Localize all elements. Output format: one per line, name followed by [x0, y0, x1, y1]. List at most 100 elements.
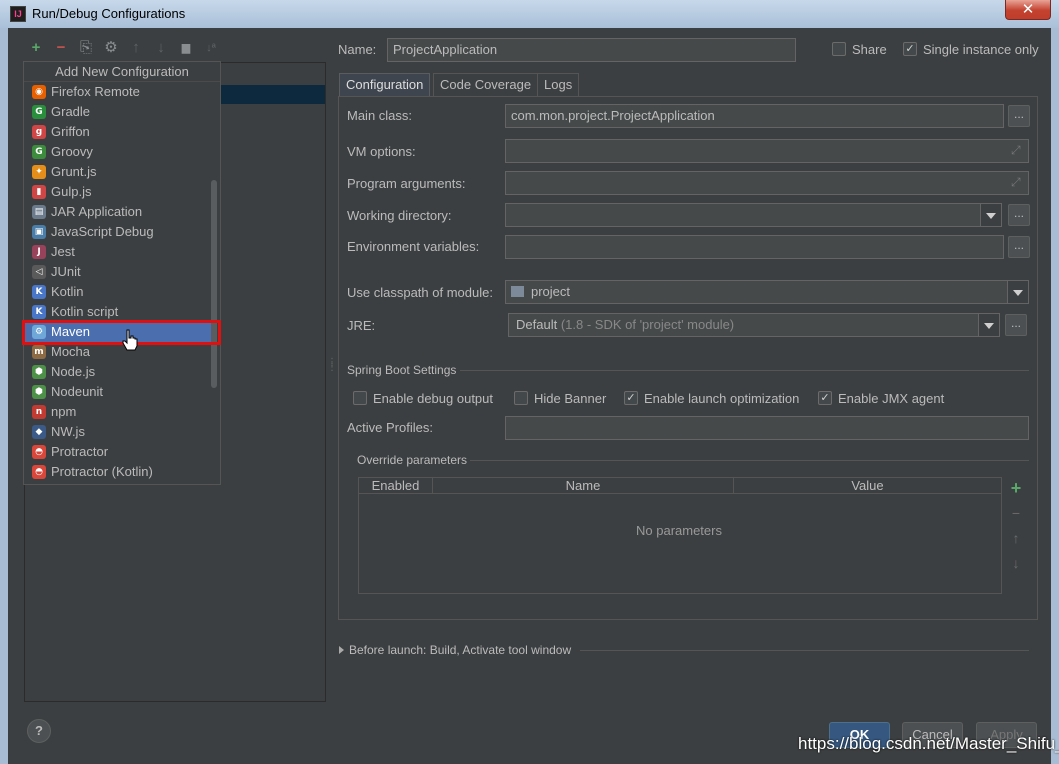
tab-logs[interactable]: Logs — [537, 73, 580, 97]
kotlin-icon: K — [32, 285, 46, 299]
move-parameter-down-icon[interactable]: ↓ — [1006, 555, 1026, 571]
grunt-icon: ✦ — [32, 165, 46, 179]
popup-item-gradle[interactable]: G Gradle — [24, 102, 211, 122]
popup-item-nw-js[interactable]: ◆ NW.js — [24, 422, 211, 442]
help-button[interactable]: ? — [27, 719, 51, 743]
single-instance-label: Single instance only — [923, 42, 1039, 57]
popup-item-label: Groovy — [51, 144, 93, 159]
working-directory-dropdown-icon[interactable] — [986, 213, 996, 219]
popup-item-label: Kotlin — [51, 284, 84, 299]
working-directory-browse-button[interactable]: ... — [1008, 204, 1030, 226]
add-configuration-icon[interactable]: + — [26, 38, 46, 58]
popup-item-mocha[interactable]: m Mocha — [24, 342, 211, 362]
nwjs-icon: ◆ — [32, 425, 46, 439]
main-class-input[interactable]: com.mon.project.ProjectApplication — [505, 104, 1004, 128]
environment-variables-browse-button[interactable]: ... — [1008, 236, 1030, 258]
move-parameter-up-icon[interactable]: ↑ — [1006, 530, 1026, 546]
window-close-button[interactable]: ✕ — [1005, 0, 1051, 20]
move-down-icon[interactable]: ↓ — [151, 38, 171, 58]
spring-boot-section-title: Spring Boot Settings — [347, 363, 457, 377]
move-up-icon[interactable]: ↑ — [126, 38, 146, 58]
share-label: Share — [852, 42, 887, 57]
environment-variables-input[interactable] — [505, 235, 1004, 259]
popup-item-label: Gulp.js — [51, 184, 92, 199]
enable-jmx-agent-checkbox[interactable]: ✓ — [818, 391, 832, 405]
gradle-icon: G — [32, 105, 46, 119]
tree-selected-row[interactable] — [220, 85, 325, 104]
jre-combo[interactable]: Default (1.8 - SDK of 'project' module) — [508, 313, 1000, 337]
panel-splitter-handle[interactable]: ⋮ ⋮ — [327, 358, 337, 373]
protractor-icon: ◓ — [32, 445, 46, 459]
popup-item-groovy[interactable]: G Groovy — [24, 142, 211, 162]
npm-icon: n — [32, 405, 46, 419]
jre-browse-button[interactable]: ... — [1005, 314, 1027, 336]
popup-item-label: npm — [51, 404, 77, 419]
copy-configuration-icon[interactable]: ⎘ — [76, 38, 96, 58]
jre-hint: (1.8 - SDK of 'project' module) — [560, 317, 735, 332]
add-new-configuration-popup: Add New Configuration ◉ Firefox Remote G Gr… — [23, 61, 221, 485]
hand-cursor-icon — [122, 329, 138, 351]
enable-launch-optimization-checkbox[interactable]: ✓ — [624, 391, 638, 405]
popup-item-jar-application[interactable]: ▤ JAR Application — [24, 202, 211, 222]
add-parameter-icon[interactable]: + — [1006, 478, 1026, 499]
edit-defaults-icon[interactable]: ⚙ — [101, 38, 121, 58]
popup-item-label: Firefox Remote — [51, 84, 140, 99]
popup-item-kotlin[interactable]: K Kotlin — [24, 282, 211, 302]
tab-code-coverage[interactable]: Code Coverage — [433, 73, 539, 97]
remove-parameter-icon[interactable]: − — [1006, 505, 1026, 521]
environment-variables-label: Environment variables: — [347, 239, 480, 254]
popup-item-label: Grunt.js — [51, 164, 97, 179]
sort-icon[interactable]: ↓ª — [201, 38, 221, 58]
popup-item-gulp-js[interactable]: ▮ Gulp.js — [24, 182, 211, 202]
program-arguments-expand-icon[interactable]: ⤢ — [1011, 175, 1021, 190]
popup-item-jest[interactable]: J Jest — [24, 242, 211, 262]
classpath-module-combo[interactable]: project — [505, 280, 1029, 304]
share-checkbox[interactable] — [832, 42, 846, 56]
mocha-icon: m — [32, 345, 46, 359]
vm-options-input[interactable] — [505, 139, 1029, 163]
before-launch-expand-icon[interactable] — [339, 646, 344, 654]
popup-item-label: JAR Application — [51, 204, 143, 219]
before-launch-label[interactable]: Before launch: Build, Activate tool wind… — [349, 643, 571, 657]
popup-item-label: Nodeunit — [51, 384, 104, 399]
no-parameters-text: No parameters — [636, 523, 722, 538]
override-parameters-table[interactable] — [358, 494, 1002, 594]
protractor-kotlin-icon: ◓ — [32, 465, 46, 479]
popup-item-label: Jest — [51, 244, 75, 259]
popup-item-firefox-remote[interactable]: ◉ Firefox Remote — [24, 82, 211, 102]
working-directory-combo[interactable] — [505, 203, 1002, 227]
program-arguments-input[interactable] — [505, 171, 1029, 195]
popup-item-nodeunit[interactable]: ⬢ Nodeunit — [24, 382, 211, 402]
classpath-module-dropdown-icon[interactable] — [1013, 290, 1023, 296]
popup-item-junit[interactable]: ◁ JUnit — [24, 262, 211, 282]
popup-item-grunt-js[interactable]: ✦ Grunt.js — [24, 162, 211, 182]
popup-scrollbar[interactable] — [211, 180, 217, 388]
popup-item-griffon[interactable]: g Griffon — [24, 122, 211, 142]
hide-banner-checkbox[interactable] — [514, 391, 528, 405]
popup-item-npm[interactable]: n npm — [24, 402, 211, 422]
remove-configuration-icon[interactable]: − — [51, 38, 71, 58]
tab-configuration[interactable]: Configuration — [339, 73, 431, 97]
popup-item-label: JavaScript Debug — [51, 224, 154, 239]
spring-boot-divider — [460, 370, 1029, 371]
enable-debug-output-checkbox[interactable] — [353, 391, 367, 405]
popup-item-kotlin-script[interactable]: K Kotlin script — [24, 302, 211, 322]
popup-item-javascript-debug[interactable]: ▣ JavaScript Debug — [24, 222, 211, 242]
single-instance-checkbox[interactable]: ✓ — [903, 42, 917, 56]
vm-options-expand-icon[interactable]: ⤢ — [1011, 143, 1021, 158]
active-profiles-input[interactable] — [505, 416, 1029, 440]
popup-item-label: Gradle — [51, 104, 91, 119]
column-name[interactable]: Name — [433, 478, 734, 493]
name-input[interactable]: ProjectApplication — [387, 38, 796, 62]
column-value[interactable]: Value — [734, 478, 1001, 493]
main-class-browse-button[interactable]: ... — [1008, 105, 1030, 127]
classpath-module-label: Use classpath of module: — [347, 285, 493, 300]
window-title-bar: IJ Run/Debug Configurations ✕ — [0, 0, 1059, 28]
folder-icon[interactable]: ▆ — [176, 38, 196, 58]
popup-item-protractor-kotlin[interactable]: ◓ Protractor (Kotlin) — [24, 462, 211, 482]
popup-item-label: Mocha — [51, 344, 91, 359]
column-enabled[interactable]: Enabled — [359, 478, 433, 493]
popup-item-node-js[interactable]: ⬢ Node.js — [24, 362, 211, 382]
jre-dropdown-icon[interactable] — [984, 323, 994, 329]
popup-item-protractor[interactable]: ◓ Protractor — [24, 442, 211, 462]
